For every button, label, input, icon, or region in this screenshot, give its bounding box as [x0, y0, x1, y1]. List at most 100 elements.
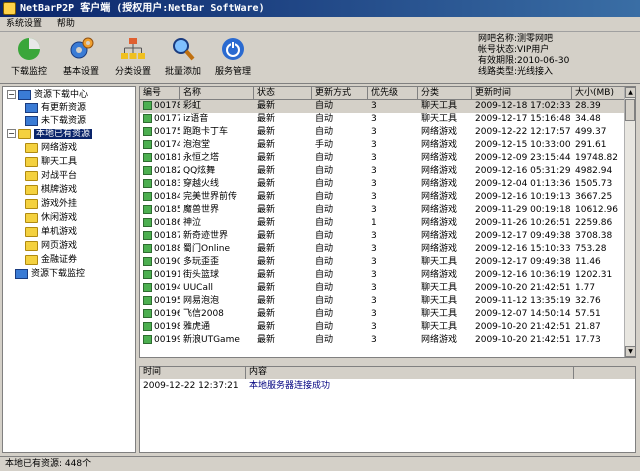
table-row[interactable]: 00178 彩虹 最新 自动 3 聊天工具 2009-12-18 17:02:33 28.39 — [140, 100, 625, 113]
cell-id: 00191 — [140, 269, 180, 282]
col-update-mode[interactable]: 更新方式 — [312, 87, 368, 100]
cell-id-text: 00185 — [154, 205, 180, 215]
tree-download-monitor[interactable]: 资源下载监控 — [15, 268, 85, 281]
cell-size: 1.77 — [575, 283, 596, 293]
table-row[interactable]: 00174 泡泡堂 最新 手动 3 网络游戏 2009-12-15 10:33:00 291.… — [140, 139, 625, 152]
cell-priority: 3 — [371, 153, 377, 163]
cell-priority: 1 — [371, 218, 377, 228]
table-scrollbar[interactable]: ▲ ▼ — [624, 87, 635, 357]
cell-id-text: 00190 — [154, 257, 180, 267]
table-row[interactable]: 00184 完美世界前传 最新 自动 3 网络游戏 2009-12-16 10:19:13 3… — [140, 191, 625, 204]
cell-id: 00181 — [140, 152, 180, 165]
folder-icon — [25, 142, 38, 153]
tree-category-single-games[interactable]: 单机游戏 — [25, 226, 77, 239]
scroll-thumb[interactable] — [625, 99, 635, 121]
cell-name: 飞信2008 — [183, 309, 224, 319]
scroll-up-arrow-icon[interactable]: ▲ — [625, 87, 635, 98]
cell-id-text: 00182 — [154, 166, 180, 176]
tree-category-online-games[interactable]: 网络游戏 — [25, 142, 77, 155]
cell-id: 00190 — [140, 256, 180, 269]
tree-download-center[interactable]: − 资源下载中心 — [7, 89, 88, 102]
table-row[interactable]: 00194 UUCall 最新 自动 3 聊天工具 2009-10-20 21:42:51 1… — [140, 282, 625, 295]
cell-status: 最新 — [257, 218, 276, 228]
app-icon — [3, 2, 16, 15]
table-row[interactable]: 00187 新奇迹世界 最新 自动 3 网络游戏 2009-12-17 09:49:38 37… — [140, 230, 625, 243]
table-row[interactable]: 00191 街头篮球 最新 自动 3 网络游戏 2009-12-16 10:36:19 120… — [140, 269, 625, 282]
cell-priority: 3 — [371, 322, 377, 332]
tree-category-finance[interactable]: 金融证券 — [25, 254, 77, 267]
cell-status: 最新 — [257, 283, 276, 293]
scroll-down-arrow-icon[interactable]: ▼ — [625, 346, 635, 357]
col-status[interactable]: 状态 — [254, 87, 312, 100]
tree-category-web-games[interactable]: 网页游戏 — [25, 240, 77, 253]
cell-name: 蜀门Online — [183, 244, 231, 254]
cell-name: iz语音 — [183, 114, 209, 124]
cell-name: 跑跑卡丁车 — [183, 127, 229, 137]
folder-icon — [25, 184, 38, 195]
menu-help[interactable]: 帮助 — [51, 17, 81, 32]
cell-size: 3708.38 — [575, 231, 613, 241]
cell-update-mode: 自动 — [315, 192, 334, 202]
cell-id-text: 00188 — [154, 244, 180, 254]
table-row[interactable]: 00183 穿越火线 最新 自动 3 网络游戏 2009-12-04 01:13:36 150… — [140, 178, 625, 191]
col-category[interactable]: 分类 — [418, 87, 472, 100]
cell-id-text: 00174 — [154, 140, 180, 150]
cell-category: 聊天工具 — [421, 322, 458, 332]
cell-priority: 3 — [371, 114, 377, 124]
batch-add-button[interactable]: 批量添加 — [158, 34, 208, 82]
cell-priority: 3 — [371, 335, 377, 345]
download-monitor-button[interactable]: 下载监控 — [4, 34, 54, 82]
table-row[interactable]: 00199 新浪UTGame 最新 自动 3 网络游戏 2009-10-20 21:42:5… — [140, 334, 625, 347]
cell-name: 彩虹 — [183, 101, 202, 111]
folder-icon — [25, 198, 38, 209]
tree-label: 网页游戏 — [41, 241, 78, 251]
tree-category-battle-platform[interactable]: 对战平台 — [25, 170, 77, 183]
cell-category: 聊天工具 — [421, 101, 458, 111]
resource-icon — [143, 127, 152, 136]
tree-not-downloaded[interactable]: 未下载资源 — [25, 115, 86, 128]
table-row[interactable]: 00196 飞信2008 最新 自动 3 聊天工具 2009-12-07 14:50:14 5… — [140, 308, 625, 321]
cell-update-mode: 自动 — [315, 218, 334, 228]
resource-icon — [143, 296, 152, 305]
cell-status: 最新 — [257, 309, 276, 319]
cell-category: 网络游戏 — [421, 231, 458, 241]
service-management-button[interactable]: 服务管理 — [208, 34, 258, 82]
table-row[interactable]: 00186 神泣 最新 自动 1 网络游戏 2009-11-26 10:26:51 2259.… — [140, 217, 625, 230]
cell-size: 753.28 — [575, 244, 607, 254]
table-row[interactable]: 00175 跑跑卡丁车 最新 自动 3 网络游戏 2009-12-22 12:17:57 49… — [140, 126, 625, 139]
table-row[interactable]: 00198 雅虎通 最新 自动 3 聊天工具 2009-10-20 21:42:51 21.8… — [140, 321, 625, 334]
col-priority[interactable]: 优先级 — [368, 87, 418, 100]
collapse-icon[interactable]: − — [7, 129, 16, 138]
col-update-time[interactable]: 更新时间 — [472, 87, 572, 100]
tree-local-resources[interactable]: − 本地已有资源 — [7, 128, 93, 141]
basic-settings-button[interactable]: 基本设置 — [56, 34, 106, 82]
cell-status: 最新 — [257, 270, 276, 280]
col-size[interactable]: 大小(MB) — [572, 87, 625, 100]
table-row[interactable]: 00185 魔兽世界 最新 自动 3 网络游戏 2009-11-29 00:19:18 106… — [140, 204, 625, 217]
table-row[interactable]: 00195 网易泡泡 最新 自动 3 聊天工具 2009-11-12 13:35:19 32.… — [140, 295, 625, 308]
table-row[interactable]: 00181 永恒之塔 最新 自动 3 网络游戏 2009-12-09 23:15:44 197… — [140, 152, 625, 165]
resource-icon — [143, 322, 152, 331]
menu-system-settings[interactable]: 系统设置 — [0, 17, 48, 32]
collapse-icon[interactable]: − — [7, 90, 16, 99]
tree-category-board-games[interactable]: 棋牌游戏 — [25, 184, 77, 197]
col-name[interactable]: 名称 — [180, 87, 254, 100]
table-row[interactable]: 00177 iz语音 最新 自动 3 聊天工具 2009-12-17 15:16:48 34.… — [140, 113, 625, 126]
cell-update-mode: 自动 — [315, 257, 334, 267]
cell-size: 57.51 — [575, 309, 601, 319]
tree-category-game-plugins[interactable]: 游戏外挂 — [25, 198, 77, 211]
table-row[interactable]: 00190 多玩歪歪 最新 自动 3 聊天工具 2009-12-17 09:49:38 11.… — [140, 256, 625, 269]
log-col-time[interactable]: 时间 — [140, 367, 246, 379]
table-row[interactable]: 00182 QQ炫舞 最新 自动 3 网络游戏 2009-12-16 05:31:29 498… — [140, 165, 625, 178]
table-row[interactable]: 00188 蜀门Online 最新 自动 3 网络游戏 2009-12-16 15:10:3… — [140, 243, 625, 256]
cell-update-mode: 自动 — [315, 127, 334, 137]
category-settings-button[interactable]: 分类设置 — [108, 34, 158, 82]
cell-update-mode: 自动 — [315, 270, 334, 280]
tree-category-casual-games[interactable]: 休闲游戏 — [25, 212, 77, 225]
col-id[interactable]: 编号 — [140, 87, 180, 100]
tree-category-chat-tools[interactable]: 聊天工具 — [25, 156, 77, 169]
table-header: 编号 名称 状态 更新方式 优先级 分类 更新时间 大小(MB) — [140, 87, 625, 100]
tree-has-update[interactable]: 有更新资源 — [25, 102, 86, 115]
log-col-content[interactable]: 内容 — [246, 367, 574, 379]
cell-id-text: 00181 — [154, 153, 180, 163]
